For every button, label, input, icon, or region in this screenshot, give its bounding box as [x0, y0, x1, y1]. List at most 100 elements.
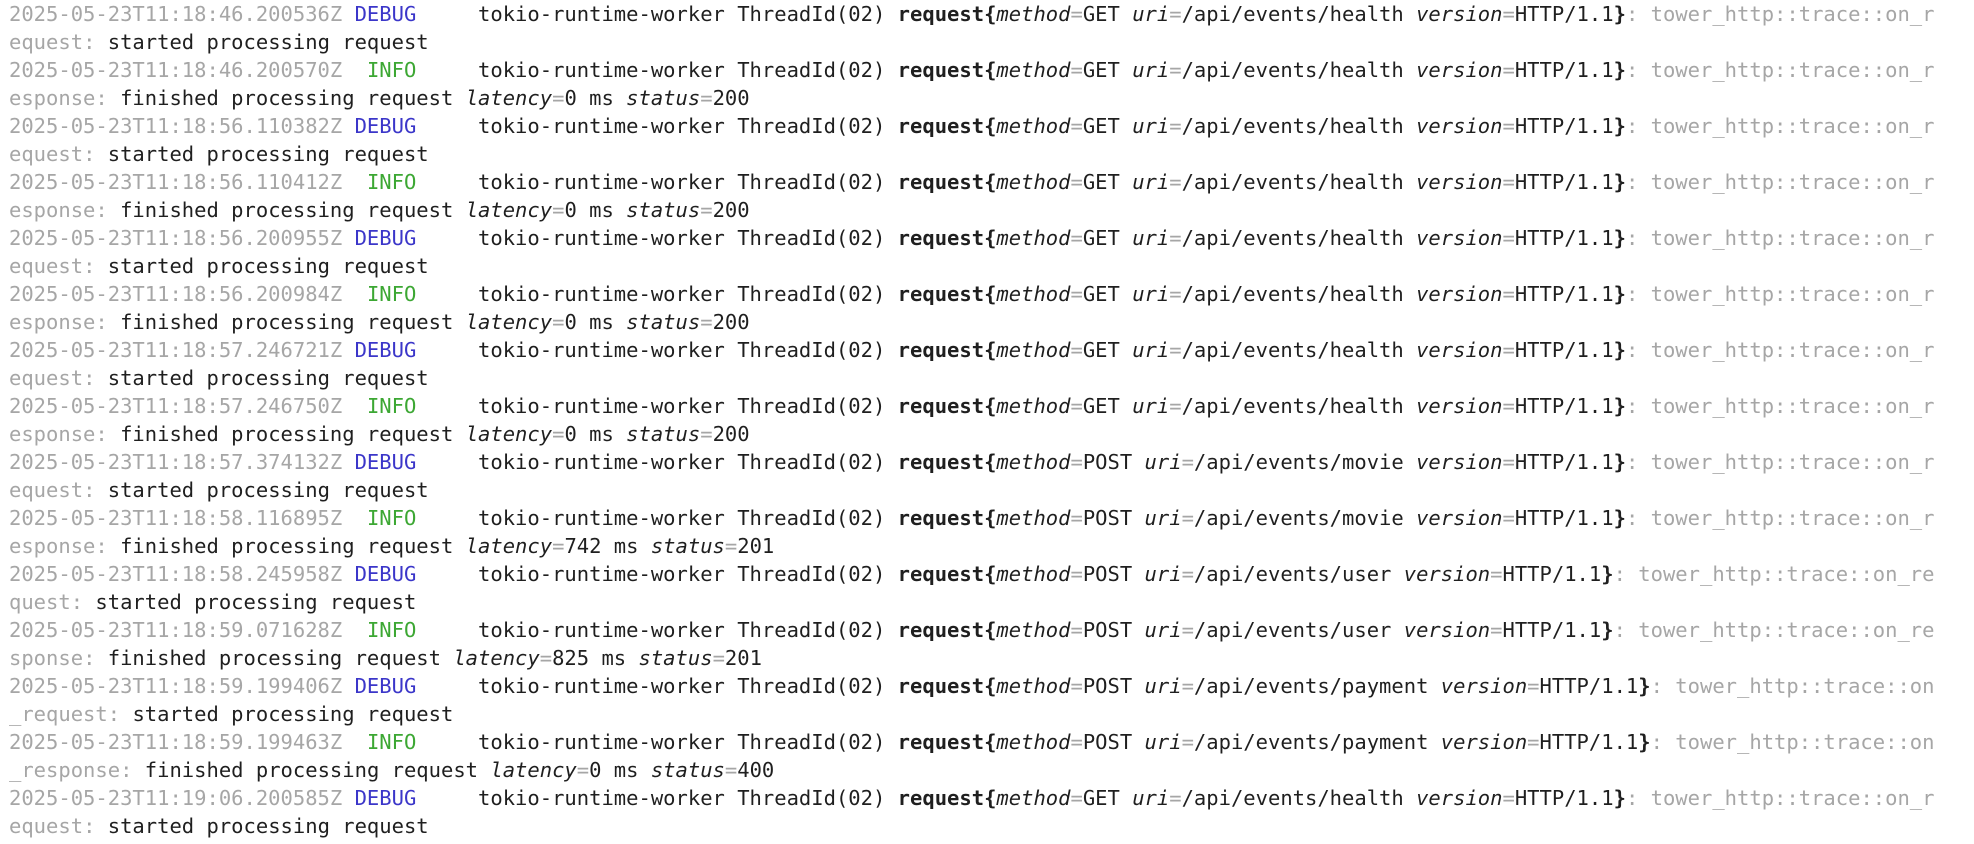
log-message: finished processing request [120, 310, 454, 334]
log-line: 2025-05-23T11:18:57.246750Z INFO tokio-r… [9, 394, 1935, 418]
log-span: request [897, 114, 985, 138]
log-uri: /api/events/health [1181, 786, 1404, 810]
log-method: POST [1082, 562, 1133, 586]
version-key: version [1416, 786, 1503, 810]
log-timestamp: 2025-05-23T11:18:57.246721Z [9, 338, 343, 362]
log-method: GET [1082, 114, 1120, 138]
log-target-continuation: _response [9, 758, 121, 782]
log-timestamp: 2025-05-23T11:18:58.245958Z [9, 562, 343, 586]
log-line: 2025-05-23T11:18:58.245958Z DEBUG tokio-… [9, 562, 1935, 586]
method-key: method [996, 226, 1071, 250]
log-message: finished processing request [120, 422, 454, 446]
uri-key: uri [1132, 394, 1170, 418]
log-message: finished processing request [120, 534, 454, 558]
log-method: POST [1082, 618, 1133, 642]
status-key: status [626, 86, 701, 110]
log-span: request [897, 786, 985, 810]
method-key: method [996, 2, 1071, 26]
log-message: started processing request [107, 478, 429, 502]
log-span: request [897, 58, 985, 82]
log-message: finished processing request [120, 198, 454, 222]
log-line-continuation: esponse: finished processing request lat… [9, 198, 750, 222]
log-timestamp: 2025-05-23T11:18:58.116895Z [9, 506, 343, 530]
log-method: GET [1082, 786, 1120, 810]
log-target-continuation: equest [9, 366, 84, 390]
log-uri: /api/events/payment [1193, 674, 1429, 698]
log-message: started processing request [107, 254, 429, 278]
method-key: method [996, 618, 1071, 642]
method-key: method [996, 562, 1071, 586]
log-timestamp: 2025-05-23T11:18:56.200955Z [9, 226, 343, 250]
version-key: version [1416, 394, 1503, 418]
log-status: 200 [712, 86, 750, 110]
log-uri: /api/events/health [1181, 58, 1404, 82]
log-target: tower_http::trace::on_r [1650, 114, 1935, 138]
log-version: HTTP/1.1 [1514, 170, 1614, 194]
log-version: HTTP/1.1 [1502, 618, 1602, 642]
log-target-continuation: sponse [9, 646, 84, 670]
log-line-continuation: _request: started processing request [9, 702, 454, 726]
log-line: 2025-05-23T11:18:59.199463Z INFO tokio-r… [9, 730, 1935, 754]
log-level: INFO [366, 170, 417, 194]
log-status: 200 [712, 198, 750, 222]
log-thread: tokio-runtime-worker ThreadId(02) [478, 450, 886, 474]
log-version: HTTP/1.1 [1539, 730, 1639, 754]
log-thread: tokio-runtime-worker ThreadId(02) [478, 226, 886, 250]
log-version: HTTP/1.1 [1514, 226, 1614, 250]
log-span: request [897, 338, 985, 362]
log-line-continuation: sponse: finished processing request late… [9, 646, 762, 670]
log-method: POST [1082, 674, 1133, 698]
log-target: tower_http::trace::on_r [1650, 226, 1935, 250]
version-key: version [1416, 226, 1503, 250]
log-level: DEBUG [354, 450, 417, 474]
log-method: GET [1082, 282, 1120, 306]
log-latency: 0 ms [564, 86, 614, 110]
version-key: version [1416, 450, 1503, 474]
log-target: tower_http::trace::on_r [1650, 394, 1935, 418]
log-thread: tokio-runtime-worker ThreadId(02) [478, 114, 886, 138]
log-thread: tokio-runtime-worker ThreadId(02) [478, 394, 886, 418]
log-thread: tokio-runtime-worker ThreadId(02) [478, 618, 886, 642]
log-span: request [897, 226, 985, 250]
version-key: version [1416, 58, 1503, 82]
log-uri: /api/events/payment [1193, 730, 1429, 754]
log-uri: /api/events/health [1181, 226, 1404, 250]
method-key: method [996, 674, 1071, 698]
log-line-continuation: _response: finished processing request l… [9, 758, 775, 782]
log-level: INFO [366, 618, 417, 642]
log-timestamp: 2025-05-23T11:18:56.110412Z [9, 170, 343, 194]
log-target-continuation: equest [9, 814, 84, 838]
log-status: 200 [712, 422, 750, 446]
log-line: 2025-05-23T11:18:58.116895Z INFO tokio-r… [9, 506, 1935, 530]
log-level: INFO [366, 730, 417, 754]
log-thread: tokio-runtime-worker ThreadId(02) [478, 674, 886, 698]
log-version: HTTP/1.1 [1514, 282, 1614, 306]
latency-key: latency [465, 86, 553, 110]
uri-key: uri [1144, 618, 1182, 642]
log-uri: /api/events/health [1181, 282, 1404, 306]
log-thread: tokio-runtime-worker ThreadId(02) [478, 58, 886, 82]
log-line: 2025-05-23T11:19:06.200585Z DEBUG tokio-… [9, 786, 1935, 810]
uri-key: uri [1132, 2, 1170, 26]
version-key: version [1416, 506, 1503, 530]
log-line-continuation: esponse: finished processing request lat… [9, 310, 750, 334]
log-message: started processing request [107, 814, 429, 838]
log-line-continuation: equest: started processing request [9, 142, 429, 166]
uri-key: uri [1144, 730, 1182, 754]
log-level: DEBUG [354, 786, 417, 810]
version-key: version [1403, 618, 1491, 642]
log-version: HTTP/1.1 [1502, 562, 1602, 586]
log-uri: /api/events/health [1181, 170, 1404, 194]
log-span: request [897, 450, 985, 474]
status-key: status [650, 534, 725, 558]
log-level: DEBUG [354, 338, 417, 362]
log-status: 400 [737, 758, 775, 782]
terminal-output[interactable]: 2025-05-23T11:18:46.200536Z DEBUG tokio-… [0, 0, 1974, 844]
log-timestamp: 2025-05-23T11:18:46.200570Z [9, 58, 343, 82]
log-method: POST [1082, 506, 1133, 530]
log-line-continuation: equest: started processing request [9, 30, 429, 54]
version-key: version [1416, 2, 1503, 26]
log-method: POST [1082, 730, 1133, 754]
log-level: DEBUG [354, 562, 417, 586]
uri-key: uri [1132, 226, 1170, 250]
